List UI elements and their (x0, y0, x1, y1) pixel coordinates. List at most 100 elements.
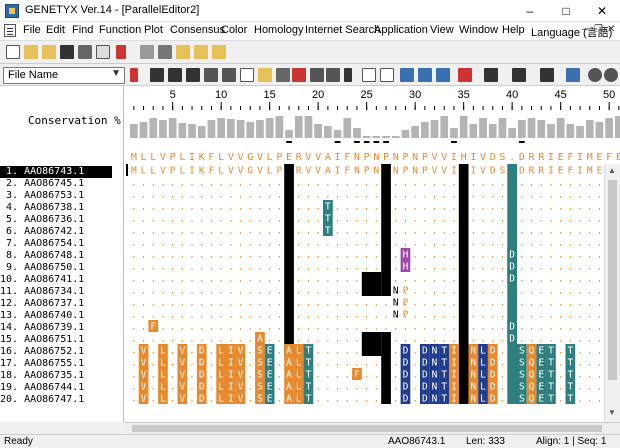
minimize-button[interactable]: – (512, 0, 548, 22)
cut-icon[interactable] (140, 45, 154, 59)
identity-dot: . (480, 214, 486, 225)
consensus-residue: F (208, 152, 214, 163)
sequence-name-row[interactable]: 13. AAO86740.1 (0, 310, 123, 322)
sequence-name-row[interactable]: 19. AAO86744.1 (0, 382, 123, 394)
identity-dot: . (238, 178, 244, 189)
vertical-scrollbar[interactable]: ▲ ▼ (604, 164, 620, 422)
conserved-cell (507, 308, 517, 320)
identity-dot: . (373, 394, 379, 405)
identity-dot: . (189, 346, 195, 357)
sequence-name-row[interactable]: 3. AAO86753.1 (0, 190, 123, 202)
identity-dot: . (344, 322, 350, 333)
sequence-name-row[interactable]: 14. AAO86739.1 (0, 322, 123, 334)
scroll-down-icon[interactable]: ▼ (608, 408, 616, 417)
horizontal-scrollbar[interactable] (124, 422, 620, 434)
identity-dot: . (315, 274, 321, 285)
align-icon[interactable] (116, 45, 126, 59)
page-icon[interactable] (96, 45, 110, 59)
copy-icon[interactable] (158, 45, 172, 59)
menu-application[interactable]: Application (374, 24, 428, 36)
identity-dot: . (199, 334, 205, 345)
identity-dot: . (587, 358, 593, 369)
menu-homology[interactable]: Homology (254, 24, 304, 36)
menu-window[interactable]: Window (459, 24, 498, 36)
residue-letter: D (422, 370, 428, 381)
residue-letter: D (199, 394, 205, 405)
identity-dot: . (209, 190, 215, 201)
menu-internet-search[interactable]: Internet Search (305, 24, 380, 36)
name-display-select[interactable]: File Name ▼ (3, 67, 125, 84)
sequence-name-row[interactable]: 17. AAO86755.1 (0, 358, 123, 370)
sequence-name-row[interactable]: 12. AAO86737.1 (0, 298, 123, 310)
gap-cell (381, 344, 391, 356)
menu-edit[interactable]: Edit (46, 24, 65, 36)
sequence-name-panel[interactable]: 1. AAO86743.1 2. AAO86745.1 3. AAO86753.… (0, 164, 124, 422)
identity-dot: . (238, 310, 244, 321)
vertical-scroll-thumb[interactable] (608, 180, 617, 380)
identity-dot: . (432, 298, 438, 309)
sequence-name-row[interactable]: 1. AAO86743.1 (0, 166, 112, 178)
identity-dot: . (441, 214, 447, 225)
document-icon[interactable] (4, 24, 16, 37)
sequence-name-row[interactable]: 10. AAO86741.1 (0, 274, 123, 286)
horizontal-scroll-thumb[interactable] (132, 425, 602, 432)
menu-consensus[interactable]: Consensus (170, 24, 225, 36)
menu-function[interactable]: Function (99, 24, 141, 36)
save-icon[interactable] (60, 45, 74, 59)
maximize-button[interactable]: □ (548, 0, 584, 22)
scroll-up-icon[interactable]: ▲ (608, 166, 616, 175)
sequence-name-row[interactable]: 8. AAO86748.1 (0, 250, 123, 262)
mdi-close-icon[interactable]: ✕ (607, 24, 615, 35)
menu-plot[interactable]: Plot (144, 24, 163, 36)
sequence-name-row[interactable]: 20. AAO86747.1 (0, 394, 123, 406)
bulb-icon[interactable] (212, 45, 226, 59)
alignment-view[interactable]: 5 10 15 20 25 30 35 40 45 50M L L V P L I K F L V V G V L P E R V V A… (124, 64, 620, 422)
identity-dot: . (558, 214, 564, 225)
identity-dot: . (228, 178, 234, 189)
residue-letter: D (199, 370, 205, 381)
identity-dot: . (170, 202, 176, 213)
menu-color[interactable]: Color (221, 24, 247, 36)
open-icon[interactable] (24, 45, 38, 59)
sequence-name-row[interactable]: 18. AAO86735.1 (0, 370, 123, 382)
sequence-name-row[interactable]: 4. AAO86738.1 (0, 202, 123, 214)
residue-letter: T (441, 394, 447, 405)
sequence-name-row[interactable]: 15. AAO86751.1 (0, 334, 123, 346)
residue-letter: Q (529, 358, 535, 369)
menu-find[interactable]: Find (72, 24, 93, 36)
conservation-bar (236, 120, 245, 138)
menu-help[interactable]: Help (502, 24, 525, 36)
sequence-name-row[interactable]: 6. AAO86742.1 (0, 226, 123, 238)
sequence-name-row[interactable]: 2. AAO86745.1 (0, 178, 123, 190)
residue-letter: S (519, 394, 525, 405)
identity-dot: . (538, 322, 544, 333)
identity-dot: . (470, 322, 476, 333)
identity-dot: . (276, 370, 282, 381)
mdi-restore-icon[interactable]: ❐ (594, 24, 603, 35)
sequence-name-row[interactable]: 7. AAO86754.1 (0, 238, 123, 250)
print-icon[interactable] (78, 45, 92, 59)
lock-icon[interactable] (194, 45, 208, 59)
identity-dot: . (189, 334, 195, 345)
identity-dot: . (441, 262, 447, 273)
mdi-minimize-icon[interactable]: – (582, 24, 588, 35)
identity-dot: . (364, 382, 370, 393)
identity-dot: . (412, 262, 418, 273)
menu-view[interactable]: View (430, 24, 454, 36)
close-button[interactable]: ✕ (584, 0, 620, 22)
identity-dot: . (548, 286, 554, 297)
menu-file[interactable]: File (23, 24, 41, 36)
sequence-name-row[interactable]: 9. AAO86750.1 (0, 262, 123, 274)
open-folder-icon[interactable] (42, 45, 56, 59)
residue-letter: D (509, 274, 515, 285)
sequence-name-row[interactable]: 11. AAO86734.1 (0, 286, 123, 298)
consensus-residue: R (296, 152, 303, 163)
sequence-name-row[interactable]: 16. AAO86752.1 (0, 346, 123, 358)
gap-cell (458, 260, 469, 272)
new-icon[interactable] (6, 45, 20, 59)
paste-icon[interactable] (176, 45, 190, 59)
sequence-name-row[interactable]: 5. AAO86736.1 (0, 214, 123, 226)
identity-dot: . (189, 238, 195, 249)
gap-cell (458, 368, 469, 380)
identity-dot: . (276, 262, 282, 273)
